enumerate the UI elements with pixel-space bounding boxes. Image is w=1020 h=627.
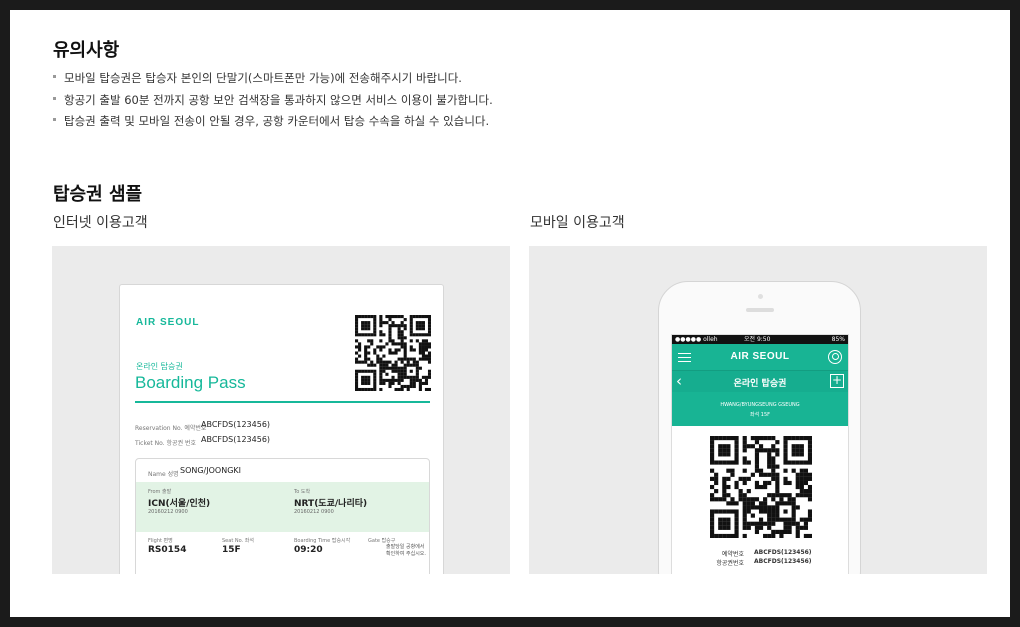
boarding-pass-paper: AIR SEOUL 온라인 탑승권 Boarding Pass Reservat… <box>119 284 444 574</box>
speaker-icon <box>746 308 774 312</box>
ticket-number-label: 항공권번호 <box>716 560 744 567</box>
passenger-seat: 좌석 15F <box>749 412 771 418</box>
clock-text: 오전 9:50 <box>744 336 771 343</box>
status-bar: ●●●●● olleh 오전 9:50 85% <box>672 335 848 344</box>
screen-title: 온라인 탑승권 <box>733 379 787 389</box>
mobile-customer-label: 모바일 이용고객 <box>530 215 625 231</box>
reservation-label: Reservation No. 예약번호 <box>135 425 207 432</box>
battery-text: 85% <box>831 336 845 343</box>
from-label: From 출발 <box>148 489 172 495</box>
notice-item: 모바일 탑승권은 탑승자 본인의 단말기(스마트폰만 가능)에 전송해주시기 바… <box>53 70 493 92</box>
camera-icon <box>758 294 763 299</box>
boarding-time-label: Boarding Time 탑승시각 <box>294 538 351 544</box>
passenger-name: SONG/JOONGKI <box>180 466 241 475</box>
qr-code <box>355 315 431 391</box>
reservation-value: ABCFDS(123456) <box>201 420 271 429</box>
flight-value: RS0154 <box>148 545 187 555</box>
app-logo: AIR SEOUL <box>730 351 790 362</box>
bullet-icon <box>53 118 56 121</box>
to-date: 20160212 0900 <box>294 509 334 515</box>
reservation-value: ABCFDS(123456) <box>754 549 812 556</box>
ticket-number-row: Ticket No. 항공권 번호 ABCFDS(123456) <box>135 435 270 447</box>
smartphone-mockup: ●●●●● olleh 오전 9:50 85% AIR SEOUL ‹ 온라인 … <box>658 281 861 574</box>
ticket-number-label: Ticket No. 항공권 번호 <box>135 440 197 447</box>
airline-logo: AIR SEOUL <box>136 317 200 328</box>
notice-item: 탑승권 출력 및 모바일 전송이 안될 경우, 공항 카운터에서 탑승 수속을 … <box>53 113 493 135</box>
ticket-number-value: ABCFDS(123456) <box>201 435 271 444</box>
notice-title: 유의사항 <box>53 40 120 61</box>
phone-screen: ●●●●● olleh 오전 9:50 85% AIR SEOUL ‹ 온라인 … <box>671 334 849 574</box>
internet-sample-panel: AIR SEOUL 온라인 탑승권 Boarding Pass Reservat… <box>52 246 510 574</box>
seat-value: 15F <box>222 545 241 555</box>
mobile-sample-panel: ●●●●● olleh 오전 9:50 85% AIR SEOUL ‹ 온라인 … <box>529 246 987 574</box>
flight-details-box: Name 성명 SONG/JOONGKI From 출발 ICN(서울/인천) … <box>135 458 430 574</box>
route-band: From 출발 ICN(서울/인천) 20160212 0900 To 도착 N… <box>136 482 429 532</box>
boarding-time-value: 09:20 <box>294 545 323 555</box>
from-airport: ICN(서울/인천) <box>148 499 211 509</box>
screen-title-bar: ‹ 온라인 탑승권 + <box>672 370 848 392</box>
qr-code <box>710 436 812 538</box>
app-header: AIR SEOUL <box>672 344 848 370</box>
ticket-subtitle: 온라인 탑승권 <box>136 362 183 371</box>
reservation-label: 예약번호 <box>721 551 744 558</box>
flight-label: Flight 편명 <box>148 538 173 544</box>
bullet-icon <box>53 96 56 100</box>
gate-note: 출발당일 공항에서 확인하여 주십시오. <box>386 544 426 557</box>
notice-list: 모바일 탑승권은 탑승자 본인의 단말기(스마트폰만 가능)에 전송해주시기 바… <box>53 70 493 135</box>
seat-label: Seat No. 좌석 <box>222 538 254 544</box>
to-label: To 도착 <box>294 489 311 495</box>
from-date: 20160212 0900 <box>148 509 188 515</box>
profile-icon[interactable] <box>828 350 842 364</box>
page-content: 유의사항 모바일 탑승권은 탑승자 본인의 단말기(스마트폰만 가능)에 전송해… <box>10 10 1010 617</box>
divider <box>135 401 430 403</box>
carrier-text: ●●●●● olleh <box>675 336 718 343</box>
passenger-band: HWANG/BYUNGSEUNG GSEUNG 좌석 15F <box>672 392 848 426</box>
bullet-icon <box>53 75 56 78</box>
name-label: Name 성명 <box>148 471 179 478</box>
reservation-row: Reservation No. 예약번호 ABCFDS(123456) <box>135 420 270 432</box>
gate-label: Gate 탑승구 <box>368 538 396 544</box>
internet-customer-label: 인터넷 이용고객 <box>53 215 148 231</box>
ticket-number-value: ABCFDS(123456) <box>754 558 812 565</box>
ticket-title: Boarding Pass <box>135 373 246 392</box>
plus-icon[interactable]: + <box>830 374 844 388</box>
passenger-name: HWANG/BYUNGSEUNG GSEUNG <box>720 402 800 408</box>
sample-title: 탑승권 샘플 <box>53 184 143 205</box>
to-airport: NRT(도쿄/나리타) <box>294 499 368 509</box>
notice-item: 항공기 출발 60분 전까지 공항 보안 검색장을 통과하지 않으면 서비스 이… <box>53 92 493 114</box>
